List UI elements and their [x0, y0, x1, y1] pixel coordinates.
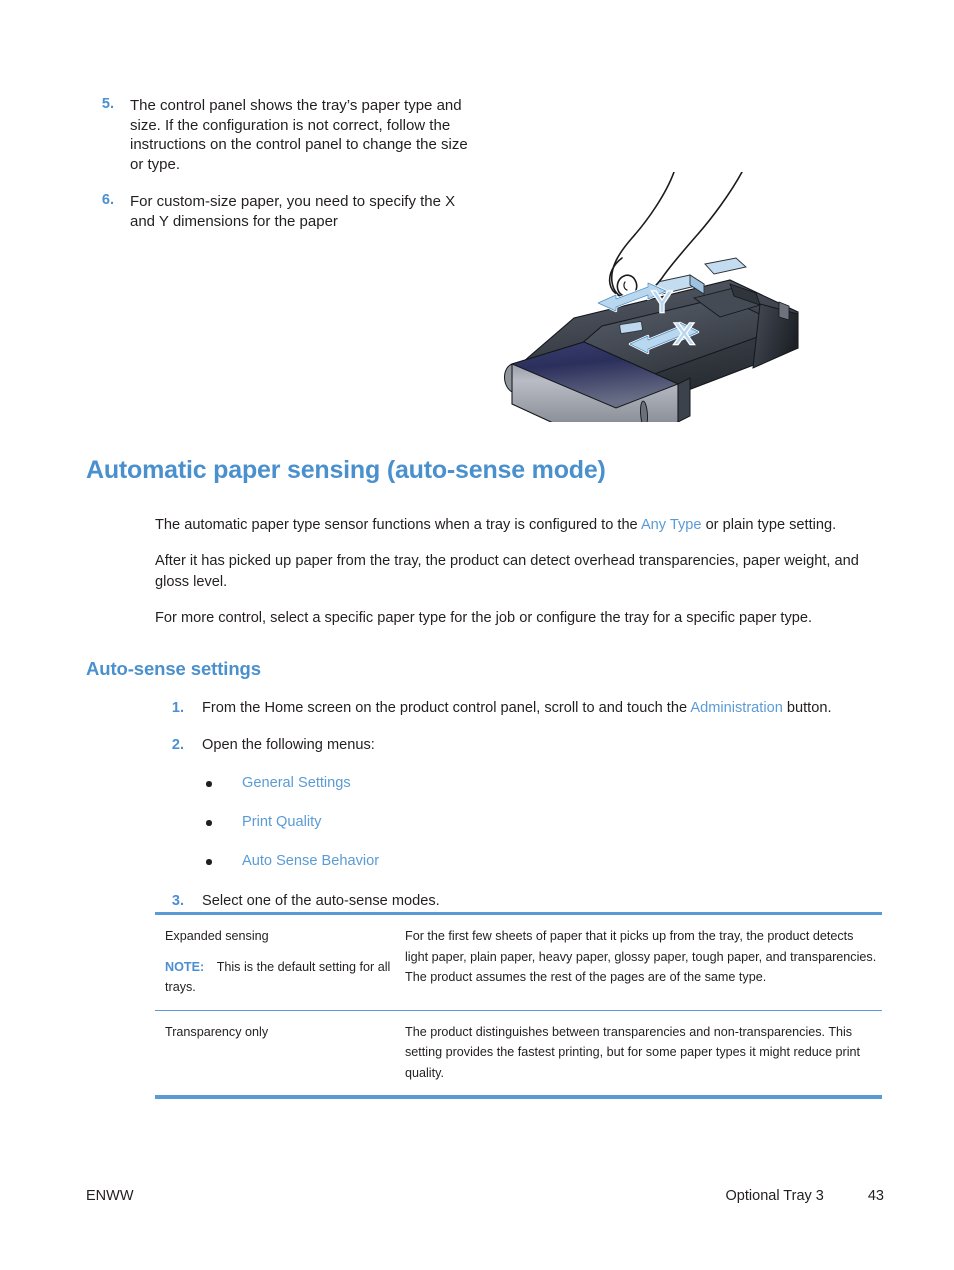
page-title: Automatic paper sensing (auto-sense mode…: [86, 456, 606, 484]
administration-link[interactable]: Administration: [690, 700, 782, 716]
step-text: For custom-size paper, you need to speci…: [130, 193, 456, 230]
page-number: 43: [867, 1188, 884, 1204]
table-cell-mode: Expanded sensing NOTE: This is the defau…: [155, 915, 405, 1010]
mode-name: Transparency only: [165, 1024, 269, 1039]
table-row: Expanded sensing NOTE: This is the defau…: [155, 915, 882, 1011]
table-row: Transparency only The product distinguis…: [155, 1011, 882, 1096]
list-item: 5. The control panel shows the tray’s pa…: [88, 96, 478, 174]
intro-paragraphs: The automatic paper type sensor function…: [155, 500, 883, 644]
bullet-icon: [206, 781, 212, 787]
top-steps-list: 5. The control panel shows the tray’s pa…: [88, 96, 478, 249]
footer-locale: ENWW: [86, 1188, 134, 1204]
auto-sense-steps-list: 1. From the Home screen on the product c…: [158, 698, 884, 928]
menu-bullet-list: General Settings Print Quality Auto Sens…: [202, 774, 884, 871]
bullet-icon: [206, 820, 212, 826]
table-cell-mode: Transparency only: [155, 1011, 405, 1096]
step-number: 1.: [171, 700, 184, 716]
section-title-auto-sense-settings: Auto-sense settings: [86, 658, 261, 679]
paragraph-text-tail: or plain type setting.: [701, 516, 837, 533]
label-x: X: [674, 318, 694, 351]
printer-tray-illustration: Y X: [498, 172, 818, 422]
list-item: 1. From the Home screen on the product c…: [158, 698, 884, 719]
document-page: 5. The control panel shows the tray’s pa…: [0, 0, 954, 1270]
step-number: 2.: [171, 737, 184, 753]
step-text: Select one of the auto-sense modes.: [202, 893, 440, 909]
table-cell-description: The product distinguishes between transp…: [405, 1024, 861, 1080]
page-footer: ENWW Optional Tray 3 43: [86, 1188, 884, 1204]
menu-link-print-quality[interactable]: Print Quality: [242, 814, 321, 830]
step-text: The control panel shows the tray’s paper…: [130, 97, 468, 173]
menu-link-auto-sense-behavior[interactable]: Auto Sense Behavior: [242, 853, 379, 869]
mode-name: Expanded sensing: [165, 929, 269, 943]
label-y: Y: [652, 286, 672, 319]
list-item: 6. For custom-size paper, you need to sp…: [88, 192, 478, 231]
footer-right-group: Optional Tray 3 43: [726, 1188, 884, 1204]
list-item: General Settings: [202, 774, 884, 793]
paragraph: The automatic paper type sensor function…: [155, 515, 883, 537]
auto-sense-modes-table: Expanded sensing NOTE: This is the defau…: [155, 912, 882, 1099]
step-number: 3.: [171, 893, 184, 909]
step-number: 6.: [101, 192, 114, 208]
list-item: Auto Sense Behavior: [202, 852, 884, 871]
step-text-tail: button.: [782, 700, 832, 716]
paragraph: For more control, select a specific pape…: [155, 610, 813, 627]
list-item: 2. Open the following menus: General Set…: [158, 735, 884, 871]
table-bottom-rule: [155, 1095, 882, 1099]
footer-chapter-title: Optional Tray 3: [725, 1188, 824, 1204]
paragraph: After it has picked up paper from the tr…: [155, 552, 859, 591]
note-label: NOTE:: [165, 959, 205, 974]
paragraph-text-lead: The automatic paper type sensor function…: [155, 516, 641, 533]
any-type-link[interactable]: Any Type: [641, 517, 702, 533]
step-text-lead: From the Home screen on the product cont…: [202, 700, 691, 716]
list-item: 3. Select one of the auto-sense modes.: [158, 891, 884, 912]
bullet-icon: [206, 859, 212, 865]
menu-link-general-settings[interactable]: General Settings: [242, 775, 351, 791]
step-number: 5.: [101, 96, 114, 112]
list-item: Print Quality: [202, 813, 884, 832]
step-text: Open the following menus:: [202, 737, 375, 753]
table-cell-description: For the first few sheets of paper that i…: [405, 929, 877, 984]
